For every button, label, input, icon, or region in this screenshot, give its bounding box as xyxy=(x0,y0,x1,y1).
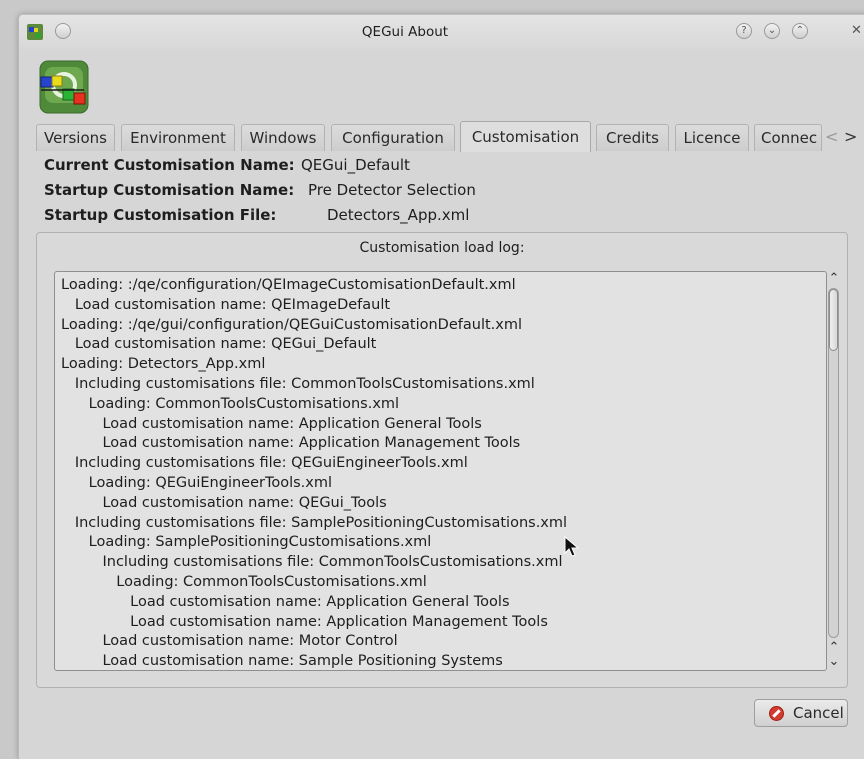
startup-file-row: Startup Customisation File: Detectors_Ap… xyxy=(44,206,469,224)
cancel-label: Cancel xyxy=(793,704,844,722)
startup-customisation-label: Startup Customisation Name: xyxy=(44,181,295,199)
log-line: Including customisations file: SamplePos… xyxy=(61,514,568,531)
tab-scroll-right-icon[interactable]: > xyxy=(844,127,857,146)
window-title: QEGui About xyxy=(361,24,449,40)
tab-licence[interactable]: Licence xyxy=(675,124,749,151)
log-line: Load customisation name: QEGui_Default xyxy=(61,336,377,353)
startup-file-label: Startup Customisation File: xyxy=(44,206,277,224)
close-icon[interactable]: ✕ xyxy=(851,23,862,38)
about-dialog: QEGui About ? ⌄ ⌃ ✕ Versions Environment… xyxy=(18,14,864,759)
help-icon[interactable]: ? xyxy=(736,23,752,39)
log-line: Loading: QEGuiEngineerTools.xml xyxy=(61,474,333,491)
load-log-text[interactable]: Loading: :/qe/configuration/QEImageCusto… xyxy=(54,271,827,671)
cancel-button[interactable]: Cancel xyxy=(754,699,848,727)
startup-file-value: Detectors_App.xml xyxy=(327,206,470,224)
scroll-track[interactable] xyxy=(828,288,839,638)
log-line: Load customisation name: QEImageDefault xyxy=(61,296,391,313)
scroll-up-small-icon[interactable]: ⌃ xyxy=(824,640,844,655)
current-customisation-label: Current Customisation Name: xyxy=(44,156,295,174)
titlebar[interactable]: QEGui About ? ⌄ ⌃ ✕ xyxy=(19,15,864,49)
tab-configuration[interactable]: Configuration xyxy=(331,124,455,151)
current-customisation-row: Current Customisation Name: QEGui_Defaul… xyxy=(44,156,410,174)
scroll-up-icon[interactable]: ⌃ xyxy=(824,271,844,286)
cancel-icon xyxy=(769,706,784,721)
log-line: Load customisation name: Application Gen… xyxy=(61,593,510,610)
load-log-lines: Loading: :/qe/configuration/QEImageCusto… xyxy=(61,276,568,670)
startup-customisation-value: Pre Detector Selection xyxy=(308,181,476,199)
tab-connections[interactable]: Connec xyxy=(754,124,822,151)
log-line: Loading: :/qe/gui/configuration/QEGuiCus… xyxy=(61,316,523,333)
log-line: Load customisation name: Sample Position… xyxy=(61,653,503,670)
log-line: Load customisation name: Application Man… xyxy=(61,613,548,630)
scroll-thumb[interactable] xyxy=(829,289,838,351)
tab-customisation[interactable]: Customisation xyxy=(460,121,591,152)
minimize-icon[interactable]: ⌄ xyxy=(764,23,780,39)
tab-versions[interactable]: Versions xyxy=(36,124,115,151)
log-line: Loading: SamplePositioningCustomisations… xyxy=(61,534,432,551)
current-customisation-value: QEGui_Default xyxy=(301,156,410,174)
log-line: Load customisation name: Application Man… xyxy=(61,435,521,452)
tab-scroll-left-icon[interactable]: < xyxy=(825,127,838,146)
load-log-title: Customisation load log: xyxy=(359,240,525,256)
log-scrollbar[interactable]: ⌃ ⌃ ⌄ xyxy=(824,271,844,671)
qt-logo xyxy=(39,60,89,114)
log-line: Loading: CommonToolsCustomisations.xml xyxy=(61,573,427,590)
log-line: Loading: :/qe/configuration/QEImageCusto… xyxy=(61,277,516,293)
log-line: Load customisation name: QEGui_Tools xyxy=(61,494,387,511)
log-line: Load customisation name: Application Gen… xyxy=(61,415,482,432)
log-line: Including customisations file: CommonToo… xyxy=(61,554,563,571)
tab-environment[interactable]: Environment xyxy=(121,124,235,151)
mouse-cursor-icon xyxy=(564,536,580,557)
log-line: Including customisations file: QEGuiEngi… xyxy=(61,455,468,472)
log-line: Loading: CommonToolsCustomisations.xml xyxy=(61,395,400,412)
tab-bar: Versions Environment Windows Configurati… xyxy=(36,121,864,152)
tab-credits[interactable]: Credits xyxy=(596,124,669,151)
log-line: Including customisations file: CommonToo… xyxy=(61,375,535,392)
scroll-down-icon[interactable]: ⌄ xyxy=(824,654,844,669)
tab-windows[interactable]: Windows xyxy=(241,124,325,151)
maximize-icon[interactable]: ⌃ xyxy=(792,23,808,39)
log-line: Load customisation name: Motor Control xyxy=(61,633,398,650)
log-line: Loading: Detectors_App.xml xyxy=(61,356,266,373)
startup-customisation-row: Startup Customisation Name: Pre Detector… xyxy=(44,181,476,199)
